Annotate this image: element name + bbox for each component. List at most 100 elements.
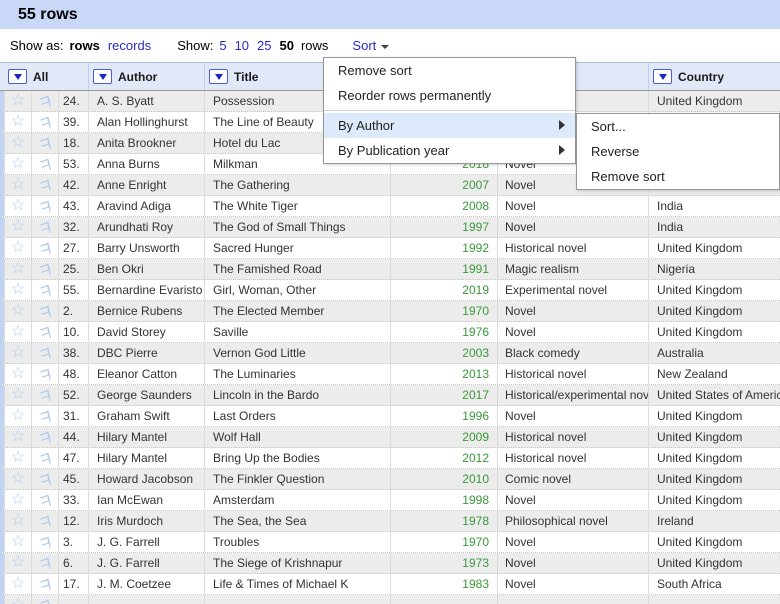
table-row[interactable]: ☆ 52. George Saunders Lincoln in the Bardo 2… [0,385,780,406]
country-cell[interactable]: United Kingdom [648,448,780,468]
title-cell[interactable]: Wolf Hall [204,427,390,447]
menu-item-reorder-rows-permanently[interactable]: Reorder rows permanently [324,83,575,108]
genre-cell[interactable]: Historical novel [497,364,648,384]
author-cell[interactable]: J. G. Farrell [88,553,204,573]
column-header-all[interactable]: All [0,63,88,90]
menu-item-by-author[interactable]: By Author [324,113,575,138]
flag-cell[interactable] [31,364,58,384]
country-cell[interactable]: United Kingdom [648,238,780,258]
star-icon[interactable]: ☆ [11,261,25,277]
flag-cell[interactable] [31,511,58,531]
star-cell[interactable]: ☆ [4,217,31,237]
table-row[interactable]: ☆ 6. J. G. Farrell The Siege of Krishnapur 1… [0,553,780,574]
star-cell[interactable]: ☆ [4,469,31,489]
country-cell[interactable]: United Kingdom [648,553,780,573]
title-cell[interactable]: Bring Up the Bodies [204,448,390,468]
star-icon[interactable]: ☆ [11,219,25,235]
year-cell[interactable]: 1996 [390,406,497,426]
flag-cell[interactable] [31,595,58,604]
page-size-5-link[interactable]: 5 [219,38,226,53]
star-icon[interactable]: ☆ [11,555,25,571]
year-cell[interactable]: 1976 [390,322,497,342]
country-cell[interactable]: India [648,196,780,216]
star-cell[interactable]: ☆ [4,175,31,195]
title-cell[interactable]: Amsterdam [204,490,390,510]
country-cell[interactable]: United Kingdom [648,427,780,447]
title-cell[interactable]: Sacred Hunger [204,238,390,258]
genre-cell[interactable]: Novel [497,553,648,573]
star-cell[interactable]: ☆ [4,196,31,216]
table-row[interactable]: ☆ 48. Eleanor Catton The Luminaries 2013 Hist… [0,364,780,385]
title-cell[interactable]: Lincoln in the Bardo [204,385,390,405]
country-cell[interactable]: United Kingdom [648,469,780,489]
author-cell[interactable]: J. M. Coetzee [88,574,204,594]
flag-cell[interactable] [31,322,58,342]
filter-dropdown-icon[interactable] [93,69,112,84]
table-row[interactable]: ☆ 12. Iris Murdoch The Sea, the Sea 1978 Phil… [0,511,780,532]
star-icon[interactable]: ☆ [11,345,25,361]
author-cell[interactable]: Anna Burns [88,154,204,174]
year-cell[interactable]: 2010 [390,469,497,489]
author-cell[interactable]: Bernice Rubens [88,301,204,321]
table-row[interactable]: ☆ 43. Aravind Adiga The White Tiger 2008 Nove… [0,196,780,217]
star-cell[interactable]: ☆ [4,238,31,258]
submenu-item-remove-sort[interactable]: Remove sort [577,164,779,189]
author-cell[interactable]: Bernardine Evaristo [88,280,204,300]
flag-cell[interactable] [31,175,58,195]
genre-cell[interactable]: Historical novel [497,427,648,447]
year-cell[interactable]: 2007 [390,175,497,195]
title-cell[interactable]: The Gathering [204,175,390,195]
genre-cell[interactable]: Black comedy [497,343,648,363]
flag-cell[interactable] [31,343,58,363]
title-cell[interactable]: Last Orders [204,406,390,426]
country-cell[interactable]: United Kingdom [648,532,780,552]
year-cell[interactable]: 1973 [390,553,497,573]
table-row[interactable]: ☆ 44. Hilary Mantel Wolf Hall 2009 Historical… [0,427,780,448]
flag-cell[interactable] [31,133,58,153]
author-cell[interactable]: A. S. Byatt [88,91,204,111]
year-cell[interactable]: 1997 [390,217,497,237]
submenu-item-sort[interactable]: Sort... [577,114,779,139]
star-cell[interactable]: ☆ [4,301,31,321]
flag-cell[interactable] [31,469,58,489]
flag-cell[interactable] [31,385,58,405]
country-cell[interactable]: United Kingdom [648,322,780,342]
star-cell[interactable]: ☆ [4,259,31,279]
star-icon[interactable]: ☆ [11,492,25,508]
genre-cell[interactable]: Novel [497,490,648,510]
genre-cell[interactable]: Novel [497,301,648,321]
star-cell[interactable]: ☆ [4,406,31,426]
year-cell[interactable]: 1991 [390,259,497,279]
flag-cell[interactable] [31,532,58,552]
table-row[interactable]: ☆ 10. David Storey Saville 1976 Novel United K… [0,322,780,343]
country-cell[interactable]: United Kingdom [648,301,780,321]
flag-cell[interactable] [31,427,58,447]
flag-cell[interactable] [31,154,58,174]
author-cell[interactable] [88,595,204,604]
author-cell[interactable]: Iris Murdoch [88,511,204,531]
star-icon[interactable]: ☆ [11,471,25,487]
flag-cell[interactable] [31,490,58,510]
submenu-item-reverse[interactable]: Reverse [577,139,779,164]
show-as-rows-option[interactable]: rows [69,38,99,53]
table-row[interactable]: ☆ 33. Ian McEwan Amsterdam 1998 Novel United K… [0,490,780,511]
show-as-records-link[interactable]: records [108,38,151,53]
flag-cell[interactable] [31,574,58,594]
table-row[interactable]: ☆ 55. Bernardine Evaristo Girl, Woman, Othe… [0,280,780,301]
author-cell[interactable]: Graham Swift [88,406,204,426]
table-row[interactable]: ☆ 2. Bernice Rubens The Elected Member 1970 N… [0,301,780,322]
star-cell[interactable]: ☆ [4,385,31,405]
title-cell[interactable]: The Siege of Krishnapur [204,553,390,573]
title-cell[interactable]: Vernon God Little [204,343,390,363]
star-icon[interactable]: ☆ [11,135,25,151]
country-cell[interactable]: United States of America [648,385,780,405]
year-cell[interactable]: 2017 [390,385,497,405]
menu-item-by-publication-year[interactable]: By Publication year [324,138,575,163]
author-cell[interactable]: J. G. Farrell [88,532,204,552]
genre-cell[interactable]: Historical novel [497,238,648,258]
genre-cell[interactable]: Historical novel [497,448,648,468]
star-cell[interactable]: ☆ [4,133,31,153]
genre-cell[interactable]: Philosophical novel [497,511,648,531]
star-cell[interactable]: ☆ [4,490,31,510]
genre-cell[interactable]: Novel [497,532,648,552]
